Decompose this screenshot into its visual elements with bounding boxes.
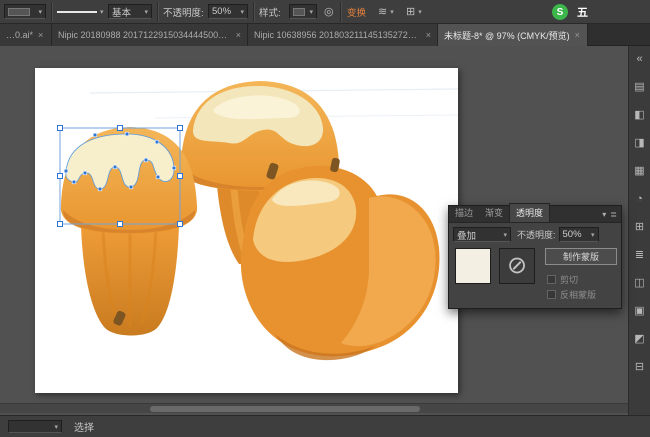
panel-icon[interactable]: ◩ — [632, 331, 648, 347]
document-tab[interactable]: Nipic 10638956 20180321114513527224.ai* … — [248, 24, 438, 46]
tab-gradient[interactable]: 渐变 — [479, 204, 509, 222]
system-tray: S 五 — [552, 3, 588, 21]
arrange-icon: ⊞ — [406, 5, 415, 18]
panel-icon[interactable]: ▤ — [632, 79, 648, 95]
chevron-down-icon: ▾ — [503, 231, 507, 239]
opacity-dropdown[interactable]: 50% ▾ — [208, 4, 248, 19]
document-tab[interactable]: Nipic 20180988 20171229150344445000.ai* … — [52, 24, 248, 46]
tab-stroke[interactable]: 描边 — [449, 204, 479, 222]
illustrator-window: ▾ ▾ 基本 ▾ 不透明度: 50% ▾ 样式: ▾ ◎ 变换 ≋ ▾ — [0, 0, 650, 437]
transparency-panel-header[interactable]: 描边 渐变 透明度 ▾ ≣ — [449, 206, 621, 223]
tab-label: …0.ai* — [6, 30, 33, 40]
chevron-down-icon: ▾ — [144, 8, 148, 16]
chevron-down-icon: ▾ — [390, 8, 394, 16]
style-swatch — [293, 8, 305, 16]
panel-icon[interactable]: ⊞ — [632, 219, 648, 235]
panel-dock: « ▤ ◧ ◨ ▦ ◔ ⊞ ≣ ◫ ▣ ◩ ⊟ — [628, 46, 650, 415]
panel-icon[interactable]: ◨ — [632, 135, 648, 151]
muffin-left[interactable] — [61, 127, 197, 336]
chevron-down-icon: ▾ — [38, 8, 42, 16]
close-icon[interactable]: × — [426, 30, 431, 40]
panel-icon[interactable]: ▦ — [632, 163, 648, 179]
invert-mask-label: 反相蒙版 — [560, 288, 596, 301]
make-mask-button[interactable]: 制作蒙版 — [545, 248, 617, 265]
status-selection-label: 选择 — [74, 419, 94, 434]
ime-badge-icon[interactable]: S — [552, 4, 568, 20]
tab-label: Nipic 10638956 20180321114513527224.ai* — [254, 30, 421, 40]
panel-opacity-label: 不透明度: — [517, 228, 556, 241]
checkbox-icon — [547, 290, 556, 299]
panel-icon[interactable]: ▣ — [632, 303, 648, 319]
fill-swatch-dropdown[interactable]: ▾ — [4, 4, 46, 19]
fill-swatch — [8, 8, 30, 16]
panel-icon[interactable]: ◔ — [632, 191, 648, 207]
blend-mode-dropdown[interactable]: 叠加 ▾ — [453, 227, 511, 242]
brush-preset-dropdown[interactable]: 基本 ▾ — [108, 4, 152, 19]
expand-panels-icon[interactable]: « — [632, 51, 648, 67]
transparency-panel: 描边 渐变 透明度 ▾ ≣ 叠加 ▾ 不透明度: 50% ▾ ⊘ 制作蒙版 — [448, 205, 622, 309]
clip-label: 剪切 — [560, 273, 578, 286]
arrange-options-dropdown[interactable]: ⊞ ▾ — [406, 4, 422, 19]
document-tab-bar: …0.ai* × Nipic 20180988 2017122915034444… — [0, 24, 650, 46]
opacity-value: 50% — [212, 6, 231, 17]
ime-language-indicator[interactable]: 五 — [577, 4, 588, 20]
chevron-down-icon: ▾ — [240, 8, 244, 16]
close-icon[interactable]: × — [236, 30, 241, 40]
horizontal-scrollbar[interactable] — [0, 403, 628, 413]
transform-link[interactable]: 变换 — [347, 4, 366, 19]
document-tab[interactable]: …0.ai* × — [0, 24, 52, 46]
mask-thumbnail[interactable]: ⊘ — [499, 248, 535, 284]
status-bar: ▾ 选择 — [0, 415, 650, 437]
panel-menu-icon[interactable]: ≣ — [610, 210, 617, 219]
artwork-canvas[interactable] — [35, 68, 458, 393]
panel-opacity-dropdown[interactable]: 50% ▾ — [559, 227, 599, 242]
stroke-preview-dropdown[interactable]: ▾ — [57, 4, 104, 19]
chevron-down-icon: ▾ — [54, 423, 58, 431]
object-thumbnail[interactable] — [455, 248, 491, 284]
style-swatch-dropdown[interactable]: ▾ — [289, 4, 317, 19]
chevron-down-icon: ▾ — [418, 8, 422, 16]
panel-icon[interactable]: ◧ — [632, 107, 648, 123]
panel-opacity-value: 50% — [563, 229, 582, 240]
close-icon[interactable]: × — [575, 30, 580, 40]
control-bar: ▾ ▾ 基本 ▾ 不透明度: 50% ▾ 样式: ▾ ◎ 变换 ≋ ▾ — [0, 0, 650, 24]
chevron-down-icon: ▾ — [309, 8, 313, 16]
document-tab-active[interactable]: 未标题-8* @ 97% (CMYK/预览) × — [438, 24, 588, 46]
clip-checkbox[interactable]: 剪切 — [547, 273, 578, 286]
artboard[interactable] — [35, 68, 458, 393]
horizontal-scrollbar-thumb[interactable] — [150, 406, 420, 412]
brush-preset-label: 基本 — [112, 5, 131, 19]
checkbox-icon — [547, 275, 556, 284]
tab-label: Nipic 20180988 20171229150344445000.ai* — [58, 30, 231, 40]
panel-icon[interactable]: ⊟ — [632, 359, 648, 375]
chevron-down-icon: ▾ — [100, 8, 104, 16]
tab-label: 未标题-8* @ 97% (CMYK/预览) — [444, 29, 570, 42]
opacity-label: 不透明度: — [163, 4, 204, 19]
stroke-line-icon — [57, 11, 97, 13]
panel-icon[interactable]: ◫ — [632, 275, 648, 291]
tab-transparency[interactable]: 透明度 — [509, 203, 550, 222]
close-icon[interactable]: × — [38, 30, 43, 40]
no-mask-icon: ⊘ — [507, 252, 527, 279]
zoom-dropdown[interactable]: ▾ — [8, 420, 62, 433]
align-icon: ≋ — [378, 5, 387, 18]
blend-mode-value: 叠加 — [457, 228, 476, 242]
style-label: 样式: — [259, 4, 281, 19]
invert-mask-checkbox[interactable]: 反相蒙版 — [547, 288, 596, 301]
recolor-artwork-icon[interactable]: ◎ — [324, 4, 334, 19]
pumpkin-right[interactable] — [241, 157, 440, 360]
panel-icon[interactable]: ≣ — [632, 247, 648, 263]
collapse-icon[interactable]: ▾ — [602, 210, 606, 219]
chevron-down-icon: ▾ — [591, 231, 595, 239]
align-options-dropdown[interactable]: ≋ ▾ — [378, 4, 394, 19]
